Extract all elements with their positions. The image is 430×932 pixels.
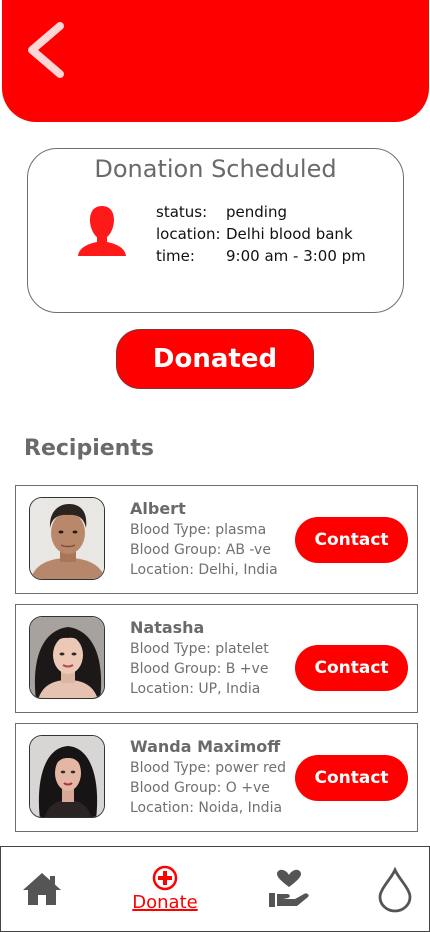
top-header [2,0,429,122]
recipient-details: Natasha Blood Type: platelet Blood Group… [130,617,269,699]
person-icon [78,206,126,256]
card-title: Donation Scheduled [94,155,337,183]
recipient-card: Albert Blood Type: plasma Blood Group: A… [15,485,418,594]
chevron-left-icon [28,22,64,78]
recipient-location: Location: Delhi, India [130,562,278,578]
blood-type: Blood Type: platelet [130,641,269,657]
recipient-name: Natasha [130,618,205,637]
donation-scheduled-card: Donation Scheduled status: pending locat… [27,148,404,313]
nav-blood[interactable] [377,866,413,913]
status-label: status: [156,203,208,221]
status-value: pending [226,203,287,221]
location-value: Delhi blood bank [226,225,353,243]
recipient-details: Albert Blood Type: plasma Blood Group: A… [130,498,278,580]
recipient-card: Wanda Maximoff Blood Type: power red Blo… [15,723,418,832]
nav-donate-label[interactable]: Donate [131,892,199,913]
home-icon [23,873,61,905]
blood-group: Blood Group: O +ve [130,780,270,796]
plus-circle-icon [152,865,178,891]
bottom-nav: Donate [0,846,430,932]
recipient-location: Location: Noida, India [130,800,283,816]
nav-care[interactable] [267,869,311,909]
back-button[interactable] [20,18,76,82]
blood-drop-icon [378,866,412,913]
recipient-name: Wanda Maximoff [130,737,281,756]
recipient-name: Albert [130,499,186,518]
avatar [29,616,105,699]
blood-group: Blood Group: B +ve [130,661,269,677]
location-label: location: [156,225,221,243]
recipient-details: Wanda Maximoff Blood Type: power red Blo… [130,736,286,818]
avatar [29,497,105,580]
recipients-heading: Recipients [24,436,154,461]
contact-button[interactable]: Contact [295,517,408,563]
contact-button[interactable]: Contact [295,755,408,801]
recipient-card: Natasha Blood Type: platelet Blood Group… [15,604,418,713]
contact-button[interactable]: Contact [295,645,408,691]
blood-group: Blood Group: AB -ve [130,542,271,558]
nav-home[interactable] [21,871,63,907]
time-label: time: [156,247,195,265]
time-row: time: 9:00 am - 3:00 pm [156,245,366,267]
donated-button[interactable]: Donated [116,329,314,389]
location-row: location: Delhi blood bank [156,223,366,245]
blood-type: Blood Type: plasma [130,522,267,538]
heart-hand-icon [269,869,309,907]
blood-type: Blood Type: power red [130,760,286,776]
recipient-location: Location: UP, India [130,681,261,697]
time-value: 9:00 am - 3:00 pm [226,247,366,265]
schedule-details: status: pending location: Delhi blood ba… [156,201,366,267]
avatar [29,735,105,818]
status-row: status: pending [156,201,366,223]
